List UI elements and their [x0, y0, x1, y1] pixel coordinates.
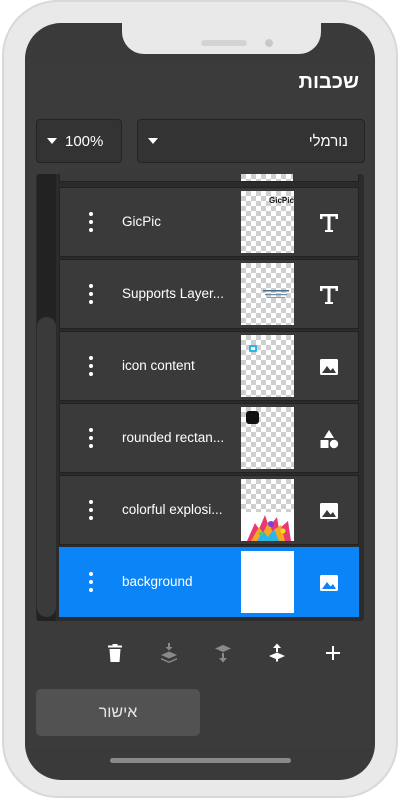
- layer-thumbnail: [241, 174, 293, 181]
- shapes-icon: [320, 430, 339, 449]
- layer-name: rounded rectan...: [122, 430, 225, 445]
- notch: [122, 23, 321, 54]
- layer-name: icon content: [122, 358, 195, 373]
- layer-name: GicPic: [122, 214, 162, 229]
- kebab-menu-icon[interactable]: [86, 284, 96, 304]
- add-layer-icon[interactable]: [323, 643, 343, 663]
- front-camera: [265, 39, 273, 47]
- opacity-value: 100%: [65, 133, 104, 150]
- speaker: [201, 40, 247, 46]
- kebab-menu-icon[interactable]: [86, 428, 96, 448]
- layer-row[interactable]: rounded rectan...: [59, 403, 359, 473]
- opacity-select[interactable]: 100%: [36, 119, 122, 163]
- layer-name: background: [122, 574, 193, 589]
- trash-icon[interactable]: [105, 643, 125, 663]
- merge-down-icon[interactable]: [159, 643, 179, 663]
- layer-name: colorful explosi...: [122, 502, 223, 517]
- layer-row[interactable]: colorful explosi...: [59, 475, 359, 545]
- page-title: שכבות: [298, 71, 359, 93]
- home-indicator[interactable]: [110, 758, 291, 763]
- move-layer-up-icon[interactable]: [267, 643, 287, 663]
- layer-row[interactable]: GicPic GicPic: [59, 187, 359, 257]
- kebab-menu-icon[interactable]: [86, 572, 96, 592]
- chevron-down-icon: [148, 138, 158, 144]
- layer-thumbnail: [241, 407, 294, 469]
- layer-row-partial[interactable]: [59, 174, 359, 182]
- layer-thumbnail: [241, 479, 294, 541]
- scrollbar-thumb[interactable]: [37, 317, 56, 617]
- chevron-down-icon: [47, 138, 57, 144]
- layer-thumbnail: [241, 551, 294, 613]
- layer-thumbnail: [241, 263, 294, 325]
- app-screen: שכבות 100% נורמלי GicPic GicPic Supports…: [25, 23, 375, 780]
- layer-row[interactable]: icon content: [59, 331, 359, 401]
- kebab-menu-icon[interactable]: [86, 500, 96, 520]
- blend-mode-select[interactable]: נורמלי: [137, 119, 365, 163]
- layer-list[interactable]: GicPic GicPic Supports Layer... icon con…: [36, 174, 364, 621]
- image-icon: [320, 503, 338, 519]
- layer-thumbnail: [241, 335, 294, 397]
- layer-thumbnail: GicPic: [241, 191, 294, 253]
- layer-name: Supports Layer...: [122, 286, 225, 301]
- kebab-menu-icon[interactable]: [86, 212, 96, 232]
- move-layer-down-icon[interactable]: [213, 643, 233, 663]
- text-icon: [320, 286, 338, 304]
- layer-row[interactable]: Supports Layer...: [59, 259, 359, 329]
- blend-mode-value: נורמלי: [308, 133, 348, 150]
- layer-row-selected[interactable]: background: [59, 547, 359, 617]
- thumbnail-text: GicPic: [269, 196, 294, 205]
- confirm-button[interactable]: אישור: [36, 689, 200, 736]
- kebab-menu-icon[interactable]: [86, 356, 96, 376]
- text-icon: [320, 214, 338, 232]
- image-icon: [320, 575, 338, 591]
- image-icon: [320, 359, 338, 375]
